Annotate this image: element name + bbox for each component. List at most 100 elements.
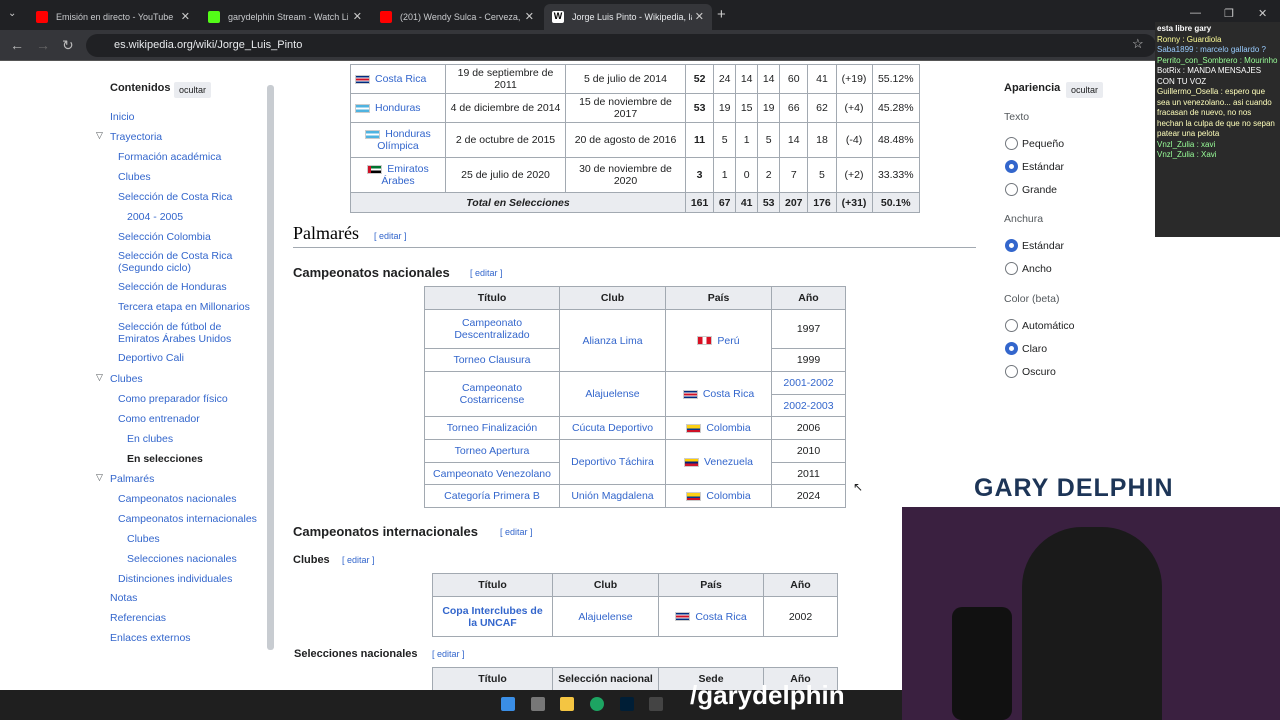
- toc-item[interactable]: Clubes: [118, 171, 151, 183]
- radio-label[interactable]: Oscuro: [1022, 366, 1056, 378]
- team-link[interactable]: Emiratos Árabes: [381, 163, 428, 187]
- club-link[interactable]: Alianza Lima: [582, 335, 642, 347]
- toc-item-current[interactable]: En selecciones: [127, 453, 203, 465]
- toc-item[interactable]: Campeonatos nacionales: [118, 493, 237, 505]
- club-link[interactable]: Unión Magdalena: [571, 490, 653, 502]
- team-link[interactable]: Honduras: [375, 102, 421, 114]
- radio-automatic[interactable]: [1005, 319, 1018, 332]
- edit-link[interactable]: [ editar ]: [374, 231, 407, 241]
- title-link[interactable]: Campeonato Descentralizado: [454, 317, 529, 341]
- country-link[interactable]: Venezuela: [704, 456, 753, 468]
- country-link[interactable]: Perú: [717, 335, 739, 347]
- toc-item[interactable]: Distinciones individuales: [118, 573, 232, 585]
- toc-item[interactable]: Inicio: [110, 111, 135, 123]
- toc-item[interactable]: Formación académica: [118, 151, 221, 163]
- chevron-down-icon[interactable]: ▽: [96, 130, 103, 141]
- toc-item[interactable]: Selección Colombia: [118, 231, 211, 243]
- radio-standard-text[interactable]: [1005, 160, 1018, 173]
- edit-label[interactable]: editar: [475, 268, 498, 278]
- title-link[interactable]: Torneo Finalización: [447, 422, 537, 434]
- app-icon[interactable]: [649, 697, 663, 711]
- year-link[interactable]: 2001-2002: [783, 377, 833, 389]
- toc-item[interactable]: Selección de Costa Rica (Segundo ciclo): [118, 250, 248, 274]
- edit-label[interactable]: editar: [505, 527, 528, 537]
- file-explorer-icon[interactable]: [560, 697, 574, 711]
- new-tab-button[interactable]: +: [717, 6, 726, 23]
- radio-label[interactable]: Grande: [1022, 184, 1057, 196]
- radio-dark[interactable]: [1005, 365, 1018, 378]
- close-icon[interactable]: ✕: [353, 10, 362, 23]
- radio-label[interactable]: Pequeño: [1022, 138, 1064, 150]
- tab-youtube-studio[interactable]: Emisión en directo - YouTube Studio ✕: [28, 4, 198, 30]
- radio-label[interactable]: Estándar: [1022, 161, 1064, 173]
- club-link[interactable]: Deportivo Táchira: [571, 456, 654, 468]
- chevron-down-icon[interactable]: ▽: [96, 472, 103, 483]
- radio-light[interactable]: [1005, 342, 1018, 355]
- edit-label[interactable]: editar: [379, 231, 402, 241]
- toc-scrollbar[interactable]: [267, 85, 274, 650]
- tab-wikipedia[interactable]: W Jorge Luis Pinto - Wikipedia, la enc ✕: [544, 4, 712, 30]
- toc-item[interactable]: Selecciones nacionales: [127, 553, 237, 565]
- edit-link[interactable]: [ editar ]: [432, 649, 465, 659]
- close-icon[interactable]: ✕: [181, 10, 190, 23]
- title-link[interactable]: Campeonato Venezolano: [433, 468, 551, 480]
- chevron-down-icon[interactable]: ▽: [96, 372, 103, 383]
- bookmark-star-icon[interactable]: ☆: [1132, 36, 1144, 52]
- radio-label[interactable]: Ancho: [1022, 263, 1052, 275]
- radio-small[interactable]: [1005, 137, 1018, 150]
- toc-item[interactable]: Selección de Costa Rica: [118, 191, 232, 203]
- title-link[interactable]: Torneo Apertura: [455, 445, 530, 457]
- radio-label[interactable]: Estándar: [1022, 240, 1064, 252]
- minimize-button[interactable]: —: [1190, 7, 1201, 19]
- start-icon[interactable]: [501, 697, 515, 711]
- club-link[interactable]: Alajuelense: [578, 611, 632, 623]
- country-link[interactable]: Costa Rica: [703, 388, 754, 400]
- edit-link[interactable]: [ editar ]: [470, 268, 503, 278]
- close-window-button[interactable]: ✕: [1258, 7, 1267, 20]
- club-link[interactable]: Cúcuta Deportivo: [572, 422, 653, 434]
- chrome-icon[interactable]: [590, 697, 604, 711]
- edit-label[interactable]: editar: [437, 649, 460, 659]
- radio-large[interactable]: [1005, 183, 1018, 196]
- radio-label[interactable]: Automático: [1022, 320, 1075, 332]
- toc-hide-button[interactable]: ocultar: [174, 82, 212, 98]
- toc-item[interactable]: 2004 - 2005: [127, 211, 183, 223]
- toc-item[interactable]: Selección de fútbol de Emiratos Árabes U…: [118, 321, 258, 345]
- forward-button[interactable]: →: [36, 37, 50, 53]
- toc-item[interactable]: Deportivo Cali: [118, 352, 184, 364]
- radio-label[interactable]: Claro: [1022, 343, 1047, 355]
- close-icon[interactable]: ✕: [695, 10, 704, 23]
- title-link[interactable]: Campeonato Costarricense: [460, 382, 525, 406]
- country-link[interactable]: Costa Rica: [695, 611, 746, 623]
- title-link[interactable]: Copa Interclubes de la UNCAF: [442, 605, 542, 629]
- photoshop-icon[interactable]: [620, 697, 634, 711]
- toc-item[interactable]: Palmarés: [110, 473, 154, 485]
- edit-link[interactable]: [ editar ]: [342, 555, 375, 565]
- edit-label[interactable]: editar: [347, 555, 370, 565]
- toc-item[interactable]: Clubes: [127, 533, 160, 545]
- maximize-button[interactable]: ❐: [1224, 7, 1234, 20]
- country-link[interactable]: Colombia: [706, 422, 750, 434]
- toc-item[interactable]: Trayectoria: [110, 131, 162, 143]
- radio-wide[interactable]: [1005, 262, 1018, 275]
- title-link[interactable]: Torneo Clausura: [453, 354, 530, 366]
- toc-item[interactable]: Tercera etapa en Millonarios: [118, 301, 250, 313]
- address-bar[interactable]: es.wikipedia.org/wiki/Jorge_Luis_Pinto: [86, 34, 1156, 57]
- toc-item[interactable]: Notas: [110, 592, 137, 604]
- title-link[interactable]: Categoría Primera B: [444, 490, 540, 502]
- team-link[interactable]: Honduras Olímpica: [377, 128, 430, 152]
- tab-kick-stream[interactable]: garydelphin Stream - Watch Live on ✕: [200, 4, 370, 30]
- toc-item[interactable]: En clubes: [127, 433, 173, 445]
- back-button[interactable]: ←: [10, 37, 24, 53]
- club-link[interactable]: Alajuelense: [585, 388, 639, 400]
- year-link[interactable]: 2002-2003: [783, 400, 833, 412]
- tab-search-icon[interactable]: ⌄: [8, 8, 16, 19]
- reload-button[interactable]: ↻: [62, 37, 74, 54]
- task-view-icon[interactable]: [531, 697, 545, 711]
- toc-item[interactable]: Campeonatos internacionales: [118, 513, 257, 525]
- toc-item[interactable]: Clubes: [110, 373, 143, 385]
- team-link[interactable]: Costa Rica: [375, 73, 426, 85]
- close-icon[interactable]: ✕: [525, 10, 534, 23]
- toc-item[interactable]: Como preparador físico: [118, 393, 228, 405]
- toc-item[interactable]: Referencias: [110, 612, 166, 624]
